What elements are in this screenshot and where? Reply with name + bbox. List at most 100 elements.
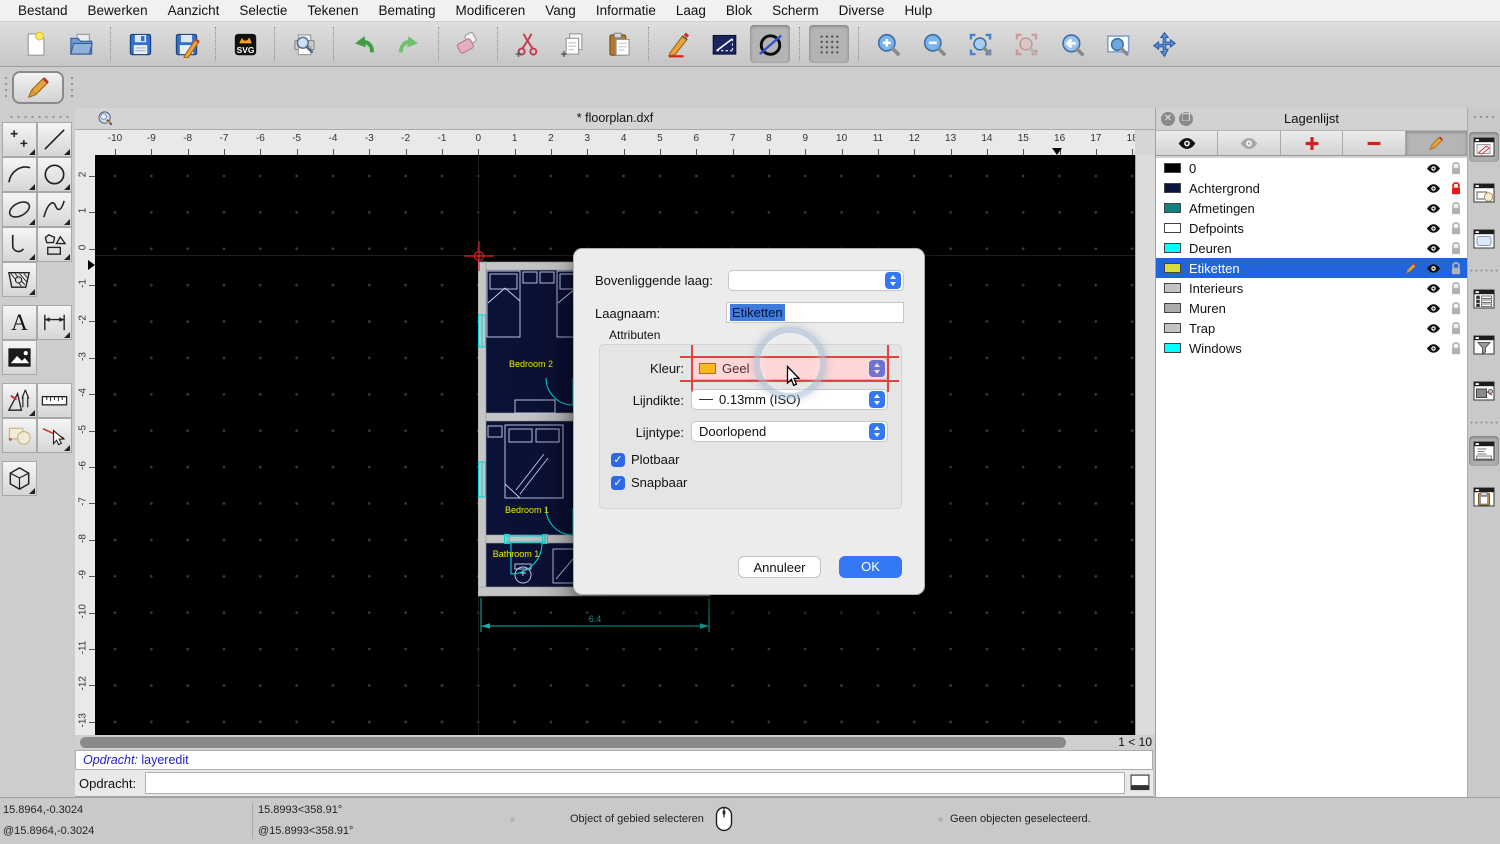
- command-line-window-icon[interactable]: [1469, 436, 1499, 466]
- zoom-in-icon[interactable]: [868, 25, 908, 63]
- layer-visibility-icon[interactable]: [1425, 162, 1442, 175]
- cancel-button[interactable]: Annuleer: [738, 556, 821, 578]
- menu-item-scherm[interactable]: Scherm: [762, 0, 829, 22]
- menu-item-bemating[interactable]: Bemating: [368, 0, 445, 22]
- pan-icon[interactable]: [1144, 25, 1184, 63]
- eraser-icon[interactable]: [448, 25, 488, 63]
- arc-tools-icon[interactable]: [2, 157, 37, 192]
- layer-row[interactable]: Muren: [1156, 298, 1468, 318]
- layer-unlocked-icon[interactable]: [1450, 281, 1462, 295]
- plottable-checkbox[interactable]: ✓ Plotbaar: [611, 452, 679, 467]
- layer-row[interactable]: Defpoints: [1156, 218, 1468, 238]
- line-tools-icon[interactable]: [37, 122, 72, 157]
- auto-zoom-icon[interactable]: [960, 25, 1000, 63]
- layer-visibility-icon[interactable]: [1425, 342, 1442, 355]
- menu-item-informatie[interactable]: Informatie: [586, 0, 666, 22]
- layer-row[interactable]: Deuren: [1156, 238, 1468, 258]
- text-tool-icon[interactable]: A: [2, 305, 37, 340]
- image-tool-icon[interactable]: [2, 340, 37, 375]
- zoom-window-icon[interactable]: [1098, 25, 1138, 63]
- no-restriction-icon[interactable]: [750, 25, 790, 63]
- grid-toggle-icon[interactable]: [809, 25, 849, 63]
- linetype-dropdown[interactable]: Doorlopend: [691, 421, 888, 442]
- solid-tools-icon[interactable]: [2, 461, 37, 496]
- dock-drag-handle[interactable]: [1471, 112, 1497, 120]
- edit-layer-icon[interactable]: [1406, 131, 1467, 155]
- layer-unlocked-icon[interactable]: [1450, 241, 1462, 255]
- layer-row[interactable]: Etiketten: [1156, 258, 1468, 278]
- layer-visibility-icon[interactable]: [1425, 242, 1442, 255]
- print-preview-icon[interactable]: [284, 25, 324, 63]
- vertical-scrollbar[interactable]: [1135, 155, 1155, 735]
- hide-all-layers-icon[interactable]: [1218, 131, 1280, 155]
- clipboard-window-icon[interactable]: [1469, 482, 1499, 512]
- layer-row[interactable]: Interieurs: [1156, 278, 1468, 298]
- layer-visibility-icon[interactable]: [1425, 202, 1442, 215]
- library-browser-window-icon[interactable]: [1469, 224, 1499, 254]
- layer-row[interactable]: Trap: [1156, 318, 1468, 338]
- zoom-out-icon[interactable]: [914, 25, 954, 63]
- open-file-icon[interactable]: [61, 25, 101, 63]
- hatch-tool-icon[interactable]: [2, 262, 37, 297]
- horizontal-scrollbar[interactable]: [75, 735, 1115, 750]
- menu-item-bewerken[interactable]: Bewerken: [78, 0, 158, 22]
- layer-unlocked-icon[interactable]: [1450, 301, 1462, 315]
- polyline-tools-icon[interactable]: [2, 227, 37, 262]
- menu-item-selectie[interactable]: Selectie: [229, 0, 297, 22]
- layer-name-field[interactable]: Etiketten: [726, 302, 904, 323]
- paste-icon[interactable]: [599, 25, 639, 63]
- edit-pencil-icon[interactable]: [658, 25, 698, 63]
- undo-icon[interactable]: [343, 25, 383, 63]
- layer-visibility-icon[interactable]: [1425, 322, 1442, 335]
- property-editor-window-icon[interactable]: [1469, 284, 1499, 314]
- drawing-window-titlebar[interactable]: * floorplan.dxf: [75, 108, 1155, 130]
- point-tools-icon[interactable]: [2, 122, 37, 157]
- menu-item-tekenen[interactable]: Tekenen: [297, 0, 368, 22]
- layer-row[interactable]: Achtergrond: [1156, 178, 1468, 198]
- current-tool-button[interactable]: [12, 71, 64, 104]
- layer-unlocked-icon[interactable]: [1450, 201, 1462, 215]
- dimension-tools-icon[interactable]: [37, 305, 72, 340]
- copy-icon[interactable]: [553, 25, 593, 63]
- redo-icon[interactable]: [389, 25, 429, 63]
- selection-tools-icon[interactable]: [2, 418, 37, 453]
- save-as-icon[interactable]: [166, 25, 206, 63]
- block-list-window-icon[interactable]: [1469, 178, 1499, 208]
- palette-drag-handle[interactable]: [6, 111, 69, 121]
- layer-list-window-icon[interactable]: [1469, 132, 1499, 162]
- save-icon[interactable]: [120, 25, 160, 63]
- menu-item-bestand[interactable]: Bestand: [8, 0, 78, 22]
- show-all-layers-icon[interactable]: [1156, 131, 1218, 155]
- menu-item-vang[interactable]: Vang: [535, 0, 586, 22]
- command-window-toggle-icon[interactable]: [1130, 774, 1150, 792]
- layer-unlocked-icon[interactable]: [1450, 341, 1462, 355]
- menu-item-blok[interactable]: Blok: [716, 0, 762, 22]
- layer-row[interactable]: Windows: [1156, 338, 1468, 358]
- select-tool-icon[interactable]: [37, 418, 72, 453]
- previous-view-icon[interactable]: [1052, 25, 1092, 63]
- layer-row[interactable]: Afmetingen: [1156, 198, 1468, 218]
- modify-tools-icon[interactable]: [2, 383, 37, 418]
- layer-visibility-icon[interactable]: [1425, 182, 1442, 195]
- menu-item-hulp[interactable]: Hulp: [894, 0, 942, 22]
- menu-item-laag[interactable]: Laag: [666, 0, 716, 22]
- measure-tools-icon[interactable]: [37, 383, 72, 418]
- new-file-icon[interactable]: [15, 25, 55, 63]
- ok-button[interactable]: OK: [839, 556, 902, 578]
- parent-layer-dropdown[interactable]: [728, 270, 904, 291]
- layer-unlocked-icon[interactable]: [1450, 321, 1462, 335]
- layer-unlocked-icon[interactable]: [1450, 221, 1462, 235]
- menu-item-diverse[interactable]: Diverse: [829, 0, 895, 22]
- layer-visibility-icon[interactable]: [1425, 282, 1442, 295]
- menu-item-modificeren[interactable]: Modificeren: [446, 0, 536, 22]
- snappable-checkbox[interactable]: ✓ Snapbaar: [611, 475, 687, 490]
- layer-visibility-icon[interactable]: [1425, 222, 1442, 235]
- layer-unlocked-icon[interactable]: [1450, 161, 1462, 175]
- distance-measure-icon[interactable]: [704, 25, 744, 63]
- layer-visibility-icon[interactable]: [1425, 302, 1442, 315]
- command-input[interactable]: [145, 772, 1125, 794]
- remove-layer-icon[interactable]: [1343, 131, 1405, 155]
- selection-filter-window-icon[interactable]: [1469, 330, 1499, 360]
- ellipse-tools-icon[interactable]: [2, 192, 37, 227]
- menu-item-aanzicht[interactable]: Aanzicht: [158, 0, 230, 22]
